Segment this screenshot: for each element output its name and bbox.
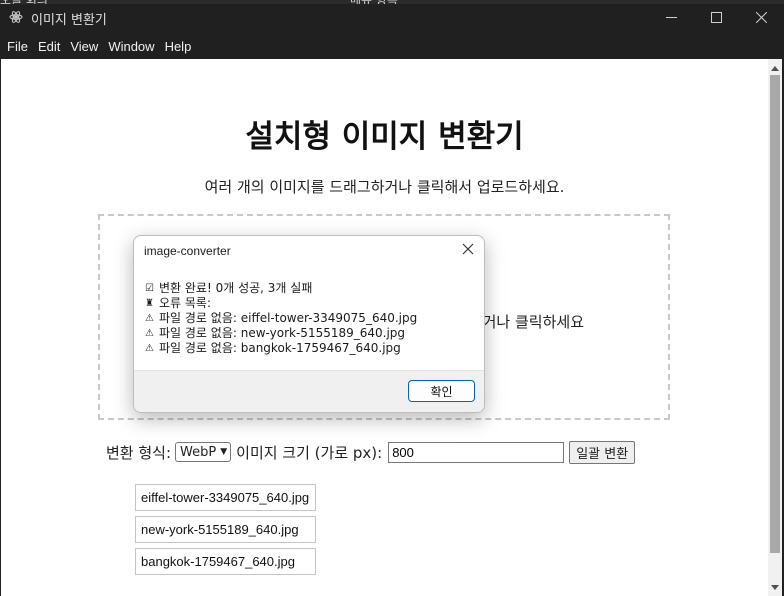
dialog-message: ☑ 변환 완료! 0개 성공, 3개 실패 ♜ 오류 목록: ⚠ 파일 경로 없… [145, 281, 417, 356]
minimize-icon [665, 17, 677, 18]
title-bar[interactable]: 이미지 변환기 [0, 4, 784, 31]
warning-icon: ⚠ [145, 328, 154, 339]
dialog-line: ⚠ 파일 경로 없음: bangkok-1759467_640.jpg [145, 341, 417, 356]
dialog-close-icon[interactable] [462, 243, 474, 255]
warning-icon: ⚠ [145, 343, 154, 354]
scroll-down-icon[interactable] [771, 585, 779, 590]
dialog-line-text: 파일 경로 없음: new-york-5155189_640.jpg [159, 326, 406, 340]
window-title: 이미지 변환기 [31, 13, 107, 28]
menu-file[interactable]: File [7, 39, 28, 54]
dialog-line-text: 파일 경로 없음: bangkok-1759467_640.jpg [159, 341, 401, 355]
close-icon [755, 12, 767, 23]
dialog-line: ☑ 변환 완료! 0개 성공, 3개 실패 [145, 281, 417, 296]
close-window-button[interactable] [738, 4, 784, 31]
message-dialog: image-converter ☑ 변환 완료! 0개 성공, 3개 실패 ♜ … [133, 235, 485, 413]
warning-icon: ⚠ [145, 313, 154, 324]
menu-view[interactable]: View [70, 39, 98, 54]
checkbox-icon: ☑ [145, 283, 154, 294]
menu-bar: File Edit View Window Help [0, 35, 784, 57]
error-list-icon: ♜ [145, 298, 154, 309]
dropzone-text: 여러 개의 이미지를 드래그하거나 클릭하세요. [474, 313, 584, 331]
convert-controls: 변환 형식: WebP ▼ 이미지 크기 (가로 px): 일괄 변환 [106, 440, 636, 464]
electron-app-icon [9, 11, 23, 23]
menu-help[interactable]: Help [165, 39, 192, 54]
format-select-value: WebP [180, 444, 217, 460]
width-label: 이미지 크기 (가로 px): [236, 443, 383, 462]
app-window: 이미지 변환기 File Edit View Window Help 설치형 이… [0, 4, 784, 596]
minimize-button[interactable] [648, 4, 694, 31]
format-select[interactable]: WebP ▼ [175, 442, 232, 462]
batch-convert-button[interactable]: 일괄 변환 [569, 440, 636, 464]
file-item[interactable]: new-york-5155189_640.jpg [135, 516, 316, 543]
chevron-down-icon: ▼ [220, 447, 228, 457]
width-input[interactable] [388, 441, 565, 463]
dialog-line-text: 변환 완료! 0개 성공, 3개 실패 [159, 281, 313, 295]
page-subtitle: 여러 개의 이미지를 드래그하거나 클릭해서 업로드하세요. [204, 178, 565, 196]
dialog-line: ⚠ 파일 경로 없음: new-york-5155189_640.jpg [145, 326, 417, 341]
dialog-footer: 확인 [134, 370, 484, 412]
scrollbar-thumb[interactable] [770, 75, 780, 553]
maximize-icon [710, 12, 722, 23]
dialog-line-text: 파일 경로 없음: eiffel-tower-3349075_640.jpg [159, 311, 418, 325]
menu-window[interactable]: Window [108, 39, 154, 54]
dialog-line: ⚠ 파일 경로 없음: eiffel-tower-3349075_640.jpg [145, 311, 417, 326]
maximize-button[interactable] [693, 4, 739, 31]
format-label: 변환 형식: [106, 443, 172, 462]
dialog-title: image-converter [144, 244, 231, 258]
dialog-line: ♜ 오류 목록: [145, 296, 417, 311]
file-item[interactable]: bangkok-1759467_640.jpg [135, 548, 316, 575]
vertical-scrollbar[interactable] [768, 59, 782, 596]
menu-edit[interactable]: Edit [38, 39, 60, 54]
dialog-ok-button[interactable]: 확인 [408, 380, 475, 402]
scroll-up-icon[interactable] [771, 66, 779, 71]
file-item[interactable]: eiffel-tower-3349075_640.jpg [135, 484, 316, 511]
dialog-line-text: 오류 목록: [159, 296, 212, 310]
page-title: 설치형 이미지 변환기 [245, 119, 524, 155]
